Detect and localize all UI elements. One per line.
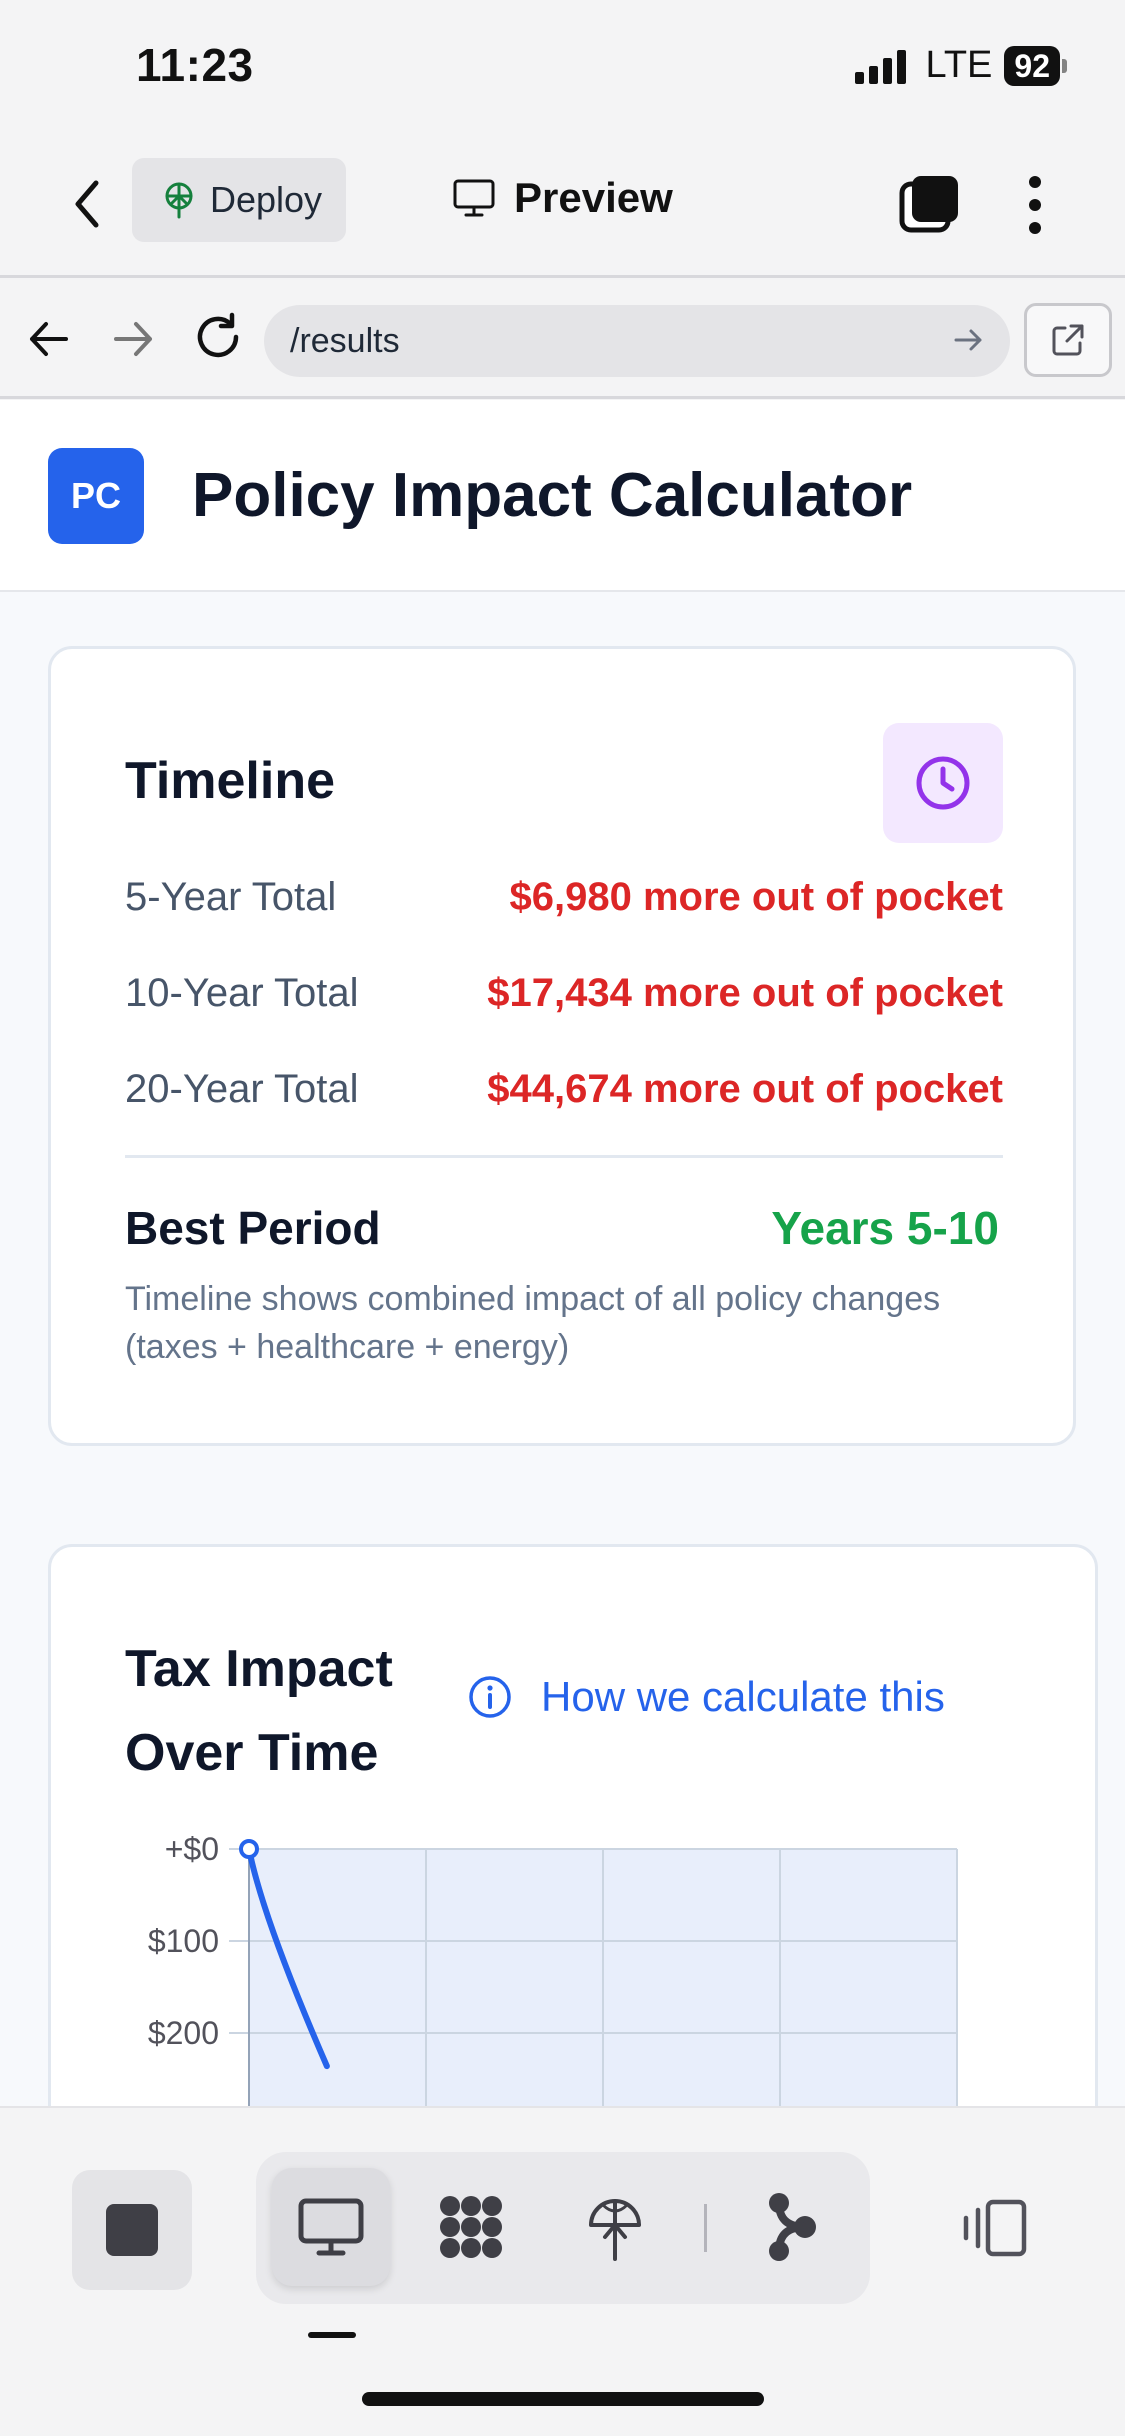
chart-y-tick-label: $100 (148, 1923, 219, 1959)
row-label: 5-Year Total (125, 874, 337, 919)
arrow-right-icon[interactable] (108, 311, 158, 367)
modules-tool-button[interactable] (412, 2168, 530, 2286)
status-time: 11:23 (136, 39, 254, 91)
deploy-label: Deploy (210, 179, 323, 220)
monitor-icon (298, 2198, 364, 2256)
home-indicator (362, 2392, 764, 2406)
deploy-tool-button[interactable] (556, 2168, 674, 2286)
battery-icon: 92 (1004, 45, 1067, 86)
row-value: $44,674 more out of pocket (487, 1066, 1003, 1111)
tabs-icon (899, 176, 958, 233)
url-text: /results (290, 321, 400, 360)
deploy-button[interactable]: Deploy (132, 158, 346, 242)
best-period-value: Years 5-10 (771, 1202, 999, 1254)
clock-icon (916, 756, 970, 810)
tax-impact-chart: +$0 $100 $200 (148, 1831, 958, 2106)
deploy-icon (165, 182, 193, 219)
tax-title-line1: Tax Impact (125, 1640, 393, 1698)
timeline-note: Timeline shows combined impact of all po… (125, 1280, 941, 1366)
chart-y-tick-label: +$0 (165, 1831, 219, 1867)
chart-grid (229, 1848, 958, 2106)
timeline-card: Timeline 5-Year Total $6,980 more out of… (48, 646, 1076, 1446)
tool-group (256, 2152, 870, 2304)
how-we-calculate-link[interactable]: How we calculate this (467, 1673, 945, 1721)
timeline-title: Timeline (125, 752, 336, 810)
preview-tool-button[interactable] (272, 2168, 390, 2286)
active-tab-indicator (308, 2332, 356, 2338)
clock-badge (883, 723, 1003, 843)
row-label: 20-Year Total (125, 1066, 359, 1111)
web-page: PC Policy Impact Calculator Timeline 5-Y… (0, 400, 1125, 2106)
monitor-icon (453, 179, 495, 217)
chart-y-ticks: +$0 $100 $200 (148, 1831, 219, 2051)
back-button[interactable] (62, 172, 112, 236)
go-arrow-icon[interactable] (952, 323, 986, 357)
page-title: Policy Impact Calculator (192, 461, 913, 530)
tax-impact-card: Tax Impact Over Time How we calculate th… (48, 1544, 1098, 2106)
status-indicators: LTE 92 (854, 44, 1067, 87)
deploy-icon (589, 2199, 641, 2261)
chart-y-tick-label: $200 (148, 2015, 219, 2051)
chevron-left-icon (75, 180, 99, 228)
modules-icon (440, 2196, 502, 2258)
timeline-row: 20-Year Total $44,674 more out of pocket (125, 1059, 1003, 1119)
stop-icon (106, 2204, 158, 2256)
open-external-button[interactable] (1024, 303, 1112, 377)
timeline-row: 10-Year Total $17,434 more out of pocket (125, 963, 1003, 1023)
stop-button[interactable] (72, 2170, 192, 2290)
best-period-label: Best Period (125, 1202, 381, 1254)
row-label: 10-Year Total (125, 970, 359, 1015)
tabs-button[interactable] (898, 172, 962, 236)
status-bar: 11:23 LTE 92 (0, 0, 1125, 134)
external-link-icon (1052, 324, 1084, 356)
row-value: $17,434 more out of pocket (487, 970, 1003, 1015)
signal-icon (854, 48, 906, 84)
arrow-left-icon[interactable] (24, 311, 74, 367)
url-input[interactable]: /results (264, 305, 1010, 377)
bottom-toolbar (0, 2106, 1125, 2436)
tax-impact-title: Tax Impact Over Time (125, 1627, 393, 1795)
git-branch-icon (769, 2193, 816, 2261)
network-label: LTE (925, 44, 993, 86)
row-value: $6,980 more out of pocket (509, 874, 1003, 919)
preview-toggle[interactable]: Preview (452, 174, 673, 222)
reload-icon[interactable] (190, 309, 246, 365)
browser-bar: /results (0, 281, 1125, 399)
battery-level: 92 (1004, 45, 1060, 86)
page-header: PC Policy Impact Calculator (0, 400, 1125, 592)
toolbar-separator (704, 2204, 707, 2252)
git-tool-button[interactable] (732, 2168, 850, 2286)
tax-title-line2: Over Time (125, 1724, 379, 1782)
side-panel-icon (963, 2199, 1027, 2257)
app-bar: Deploy Preview (0, 134, 1125, 278)
app-logo: PC (48, 448, 144, 544)
divider (125, 1155, 1003, 1158)
chart-data-point (239, 1839, 259, 1859)
more-options-button[interactable] (1020, 170, 1050, 240)
preview-label: Preview (514, 174, 673, 221)
panel-toggle-button[interactable] (954, 2188, 1034, 2268)
how-link-label: How we calculate this (541, 1673, 945, 1720)
info-icon (469, 1676, 511, 1718)
timeline-row: 5-Year Total $6,980 more out of pocket (125, 867, 1003, 927)
